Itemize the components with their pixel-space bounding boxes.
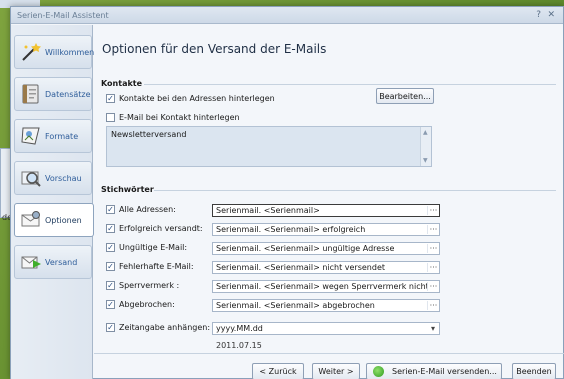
options-envelope-icon bbox=[18, 208, 44, 232]
send-arrow-icon bbox=[373, 366, 384, 377]
ellipsis-button[interactable]: ··· bbox=[427, 263, 439, 272]
sidebar-item-label: Versand bbox=[45, 257, 78, 267]
page-title: Optionen für den Versand der E-Mails bbox=[102, 42, 327, 56]
keyword-label: Fehlerhafte E-Mail: bbox=[119, 262, 194, 271]
ellipsis-button[interactable]: ··· bbox=[427, 282, 439, 291]
send-button[interactable]: Serien-E-Mail versenden... bbox=[366, 363, 502, 379]
store-contacts-row[interactable]: ✓ Kontakte bei den Adressen hinterlegen bbox=[106, 94, 275, 103]
timestamp-label: Zeitangabe anhängen: bbox=[119, 323, 211, 332]
keyword-label: Alle Adressen: bbox=[119, 205, 176, 214]
sidebar-item-vorschau[interactable]: Vorschau bbox=[14, 161, 92, 195]
keyword-input-failed[interactable]: Serienmail. <Serienmail> nicht versendet… bbox=[212, 261, 440, 274]
ellipsis-button[interactable]: ··· bbox=[427, 206, 439, 215]
format-document-icon bbox=[18, 124, 44, 148]
edit-button[interactable]: Bearbeiten... bbox=[376, 88, 434, 104]
scroll-down-icon[interactable]: ▼ bbox=[423, 157, 428, 164]
keyword-value: Serienmail. <Serienmail> abgebrochen bbox=[216, 301, 375, 310]
section-stichwoerter-heading: Stichwörter bbox=[101, 185, 154, 194]
sidebar-item-formate[interactable]: Formate bbox=[14, 119, 92, 153]
keyword-row[interactable]: ✓ Abgebrochen: bbox=[106, 300, 175, 309]
store-contacts-checkbox[interactable]: ✓ bbox=[106, 94, 115, 103]
keyword-value: Serienmail. <Serienmail> bbox=[216, 206, 320, 215]
sidebar-item-label: Datensätze bbox=[45, 89, 91, 99]
sidebar-item-versand[interactable]: Versand bbox=[14, 245, 92, 279]
contact-text-value: Newsletterversand bbox=[111, 130, 187, 139]
section-divider bbox=[144, 84, 556, 85]
window-title: Serien-E-Mail Assistent bbox=[17, 11, 109, 20]
back-button[interactable]: < Zurück bbox=[252, 363, 304, 379]
keyword-value: Serienmail. <Serienmail> erfolgreich bbox=[216, 225, 366, 234]
keyword-input-invalid[interactable]: Serienmail. <Serienmail> ungültige Adres… bbox=[212, 242, 440, 255]
email-contact-label: E-Mail bei Kontakt hinterlegen bbox=[119, 113, 240, 122]
keyword-label: Abgebrochen: bbox=[119, 300, 175, 309]
ellipsis-button[interactable]: ··· bbox=[427, 225, 439, 234]
keyword-checkbox[interactable]: ✓ bbox=[106, 281, 115, 290]
date-format-value: yyyy.MM.dd bbox=[216, 324, 263, 333]
date-preview: 2011.07.15 bbox=[216, 341, 262, 350]
keyword-label: Sperrvermerk : bbox=[119, 281, 180, 290]
ellipsis-button[interactable]: ··· bbox=[427, 244, 439, 253]
wizard-sidebar: Willkommen Datensätze Formate Vorschau O… bbox=[11, 25, 95, 379]
keyword-value: Serienmail. <Serienmail> nicht versendet bbox=[216, 263, 386, 272]
keyword-value: Serienmail. <Serienmail> wegen Sperrverm… bbox=[216, 282, 427, 291]
send-button-label: Serien-E-Mail versenden... bbox=[392, 367, 497, 376]
keyword-row[interactable]: ✓ Fehlerhafte E-Mail: bbox=[106, 262, 194, 271]
next-button[interactable]: Weiter > bbox=[312, 363, 360, 379]
keyword-input-success[interactable]: Serienmail. <Serienmail> erfolgreich ··· bbox=[212, 223, 440, 236]
timestamp-row[interactable]: ✓ Zeitangabe anhängen: bbox=[106, 323, 210, 332]
keyword-label: Erfolgreich versandt: bbox=[119, 224, 203, 233]
address-book-icon bbox=[18, 82, 44, 106]
sidebar-item-datensaetze[interactable]: Datensätze bbox=[14, 77, 92, 111]
title-bar: Serien-E-Mail Assistent ? ✕ bbox=[11, 7, 563, 24]
keyword-checkbox[interactable]: ✓ bbox=[106, 262, 115, 271]
keyword-input-all[interactable]: Serienmail. <Serienmail> ··· bbox=[212, 204, 440, 217]
section-kontakte-heading: Kontakte bbox=[101, 79, 143, 88]
close-button[interactable]: ✕ bbox=[547, 10, 555, 20]
keyword-label: Ungültige E-Mail: bbox=[119, 243, 188, 252]
sidebar-item-label: Optionen bbox=[45, 215, 82, 225]
keyword-checkbox[interactable]: ✓ bbox=[106, 243, 115, 252]
store-contacts-label: Kontakte bei den Adressen hinterlegen bbox=[119, 94, 275, 103]
sidebar-item-label: Formate bbox=[45, 131, 79, 141]
keyword-input-blocked[interactable]: Serienmail. <Serienmail> wegen Sperrverm… bbox=[212, 280, 440, 293]
ellipsis-button[interactable]: ··· bbox=[427, 301, 439, 310]
options-page: Optionen für den Versand der E-Mails Kon… bbox=[94, 25, 564, 379]
magnifier-icon bbox=[18, 166, 44, 190]
keyword-row[interactable]: ✓ Sperrvermerk : bbox=[106, 281, 179, 290]
email-contact-row[interactable]: E-Mail bei Kontakt hinterlegen bbox=[106, 113, 240, 122]
section-divider bbox=[154, 190, 556, 191]
finish-button[interactable]: Beenden bbox=[512, 363, 556, 379]
keyword-checkbox[interactable]: ✓ bbox=[106, 224, 115, 233]
keyword-row[interactable]: ✓ Alle Adressen: bbox=[106, 205, 176, 214]
keyword-value: Serienmail. <Serienmail> ungültige Adres… bbox=[216, 244, 395, 253]
footer-divider bbox=[94, 353, 564, 354]
contact-text-area[interactable]: Newsletterversand ▲ ▼ bbox=[106, 126, 432, 167]
wizard-dialog: Serien-E-Mail Assistent ? ✕ Willkommen D… bbox=[10, 6, 564, 379]
send-envelope-icon bbox=[18, 250, 44, 274]
sidebar-item-label: Willkommen bbox=[45, 47, 95, 57]
date-format-select[interactable]: yyyy.MM.dd ▾ bbox=[212, 322, 440, 335]
sidebar-item-label: Vorschau bbox=[45, 173, 82, 183]
textarea-scrollbar[interactable]: ▲ ▼ bbox=[420, 127, 431, 166]
sidebar-item-optionen[interactable]: Optionen bbox=[14, 203, 94, 237]
keyword-checkbox[interactable]: ✓ bbox=[106, 300, 115, 309]
magic-wand-icon bbox=[18, 40, 44, 64]
chevron-down-icon[interactable]: ▾ bbox=[427, 324, 439, 333]
timestamp-checkbox[interactable]: ✓ bbox=[106, 323, 115, 332]
email-contact-checkbox[interactable] bbox=[106, 113, 115, 122]
keyword-checkbox[interactable]: ✓ bbox=[106, 205, 115, 214]
keyword-row[interactable]: ✓ Erfolgreich versandt: bbox=[106, 224, 203, 233]
keyword-row[interactable]: ✓ Ungültige E-Mail: bbox=[106, 243, 187, 252]
help-button[interactable]: ? bbox=[536, 10, 541, 20]
keyword-input-aborted[interactable]: Serienmail. <Serienmail> abgebrochen ··· bbox=[212, 299, 440, 312]
sidebar-item-willkommen[interactable]: Willkommen bbox=[14, 35, 95, 69]
scroll-up-icon[interactable]: ▲ bbox=[423, 129, 428, 136]
